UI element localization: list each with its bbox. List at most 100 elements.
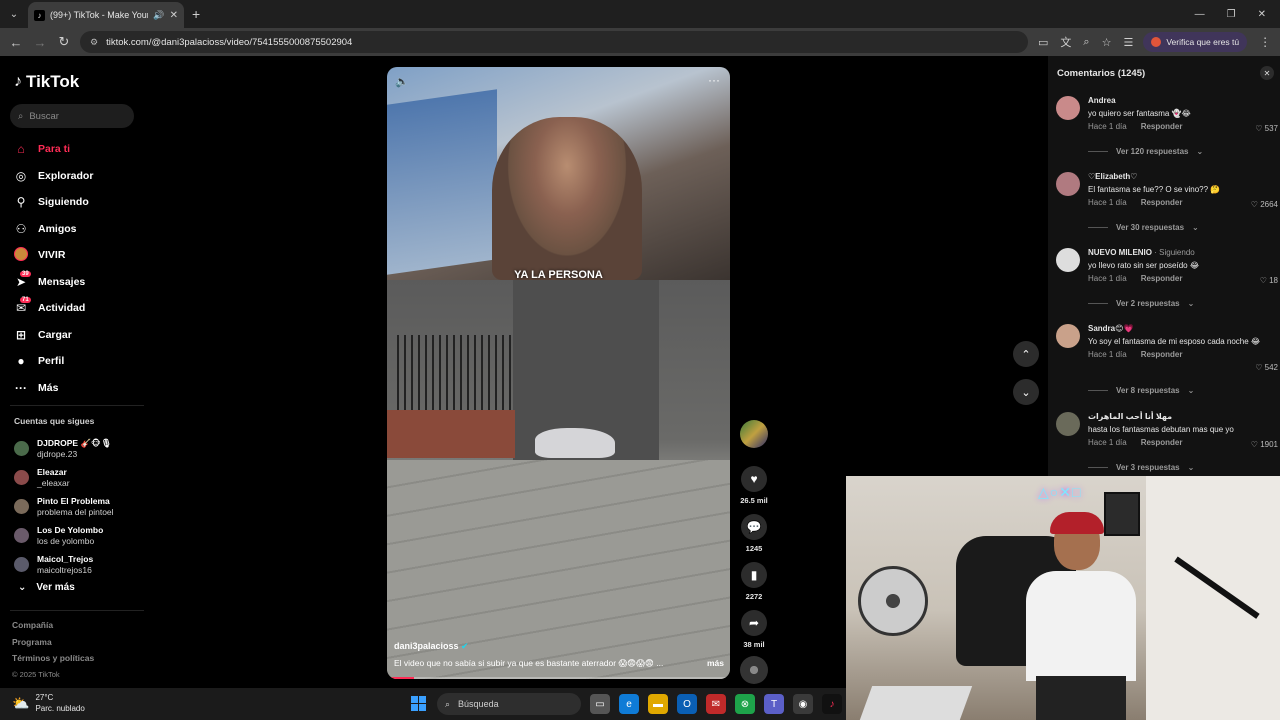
profile-verify-button[interactable]: Verifica que eres tú <box>1143 32 1248 52</box>
avatar[interactable] <box>1056 324 1080 348</box>
nav-item-mas[interactable]: ··· Más <box>14 375 144 402</box>
windows-start-icon[interactable] <box>411 696 426 711</box>
comment-time: Hace 1 día <box>1088 274 1127 283</box>
like-button[interactable]: ♥ 26.5 mil <box>738 466 770 508</box>
restore-icon[interactable]: ❐ <box>1227 9 1236 20</box>
comment-like-button[interactable]: ♡ 537 <box>1255 124 1278 133</box>
neon-sign: △○✕□ <box>1038 484 1082 500</box>
back-icon[interactable]: ← <box>4 35 28 50</box>
close-comments-icon[interactable]: ✕ <box>1260 66 1274 80</box>
music-disc-icon[interactable] <box>740 656 768 684</box>
xbox-icon[interactable]: ⊗ <box>735 694 755 714</box>
browser-menu-icon[interactable]: ⋮ <box>1259 35 1271 49</box>
forward-icon[interactable]: → <box>28 35 52 50</box>
reply-button[interactable]: Responder <box>1141 350 1183 359</box>
account-item[interactable]: Pinto El Problema problema del pintoel <box>14 492 144 521</box>
translate-icon[interactable]: 文 <box>1060 34 1071 50</box>
comment-author[interactable]: Andrea <box>1088 96 1276 105</box>
video-progress-bar[interactable] <box>387 677 730 679</box>
comment-author[interactable]: ♡Elizabeth♡ <box>1088 172 1276 181</box>
reply-button[interactable]: Responder <box>1141 198 1183 207</box>
volume-icon[interactable]: 🔈 <box>395 75 409 88</box>
view-replies-button[interactable]: Ver 120 respuestas ⌄ <box>1088 147 1203 156</box>
bookmark-star-icon[interactable]: ☆ <box>1102 36 1112 49</box>
next-video-button[interactable]: ⌄ <box>1013 379 1039 405</box>
avatar[interactable] <box>1056 172 1080 196</box>
nav-item-actividad[interactable]: ✉ 71 Actividad <box>14 295 144 322</box>
comment-author[interactable]: Sandra😊💗 <box>1088 324 1276 333</box>
previous-video-button[interactable]: ⌃ <box>1013 341 1039 367</box>
nav-item-amigos[interactable]: ⚇ Amigos <box>14 216 144 243</box>
nav-item-explorador[interactable]: ◎ Explorador <box>14 163 144 190</box>
search-input[interactable]: ⌕ Buscar <box>10 104 134 128</box>
profile-icon: ● <box>17 354 25 369</box>
nav-item-cargar[interactable]: ⊞ Cargar <box>14 322 144 349</box>
minimize-icon[interactable]: — <box>1195 9 1205 20</box>
author-avatar[interactable] <box>740 420 768 448</box>
close-window-icon[interactable]: ✕ <box>1258 9 1266 20</box>
account-item[interactable]: Los De Yolombo los de yolombo <box>14 521 144 550</box>
tab-close-icon[interactable]: ✕ <box>170 10 178 21</box>
video-options-icon[interactable]: ··· <box>708 73 720 87</box>
view-replies-button[interactable]: Ver 8 respuestas ⌄ <box>1088 386 1194 395</box>
taskbar-apps: ▭ e ▬ O ✉ ⊗ T ◉ ♪ <box>590 694 842 714</box>
address-bar[interactable]: ⚙ tiktok.com/@dani3palacioss/video/75415… <box>80 31 1028 53</box>
mail-app-icon[interactable]: ✉ <box>706 694 726 714</box>
zoom-icon[interactable]: ⌕ <box>1083 36 1089 49</box>
account-item[interactable]: DJDROPE 🎸🐵🎙 djdrope.23 <box>14 434 144 463</box>
new-tab-button[interactable]: + <box>192 6 200 22</box>
comment-author[interactable]: NUEVO MILENIO · Siguiendo <box>1088 248 1276 257</box>
task-view-icon[interactable]: ▭ <box>590 694 610 714</box>
avatar[interactable] <box>1056 248 1080 272</box>
reply-button[interactable]: Responder <box>1141 122 1183 131</box>
video-meta: dani3palacioss ✔ El video que no sabía s… <box>394 641 724 669</box>
view-replies-button[interactable]: Ver 2 respuestas ⌄ <box>1088 299 1194 308</box>
video-player[interactable]: YA LA PERSONA 🔈 ··· dani3palacioss ✔ El … <box>387 67 730 679</box>
site-info-icon[interactable]: ⚙ <box>90 37 98 48</box>
edge-icon[interactable]: e <box>619 694 639 714</box>
nav-item-perfil[interactable]: ● Perfil <box>14 348 144 375</box>
see-more-button[interactable]: ⌄ Ver más <box>18 582 75 593</box>
weather-desc: Parc. nublado <box>35 704 85 713</box>
reload-icon[interactable]: ↻ <box>52 34 76 50</box>
file-explorer-icon[interactable]: ▬ <box>648 694 668 714</box>
tab-search-icon[interactable]: ⌄ <box>4 4 24 24</box>
reply-button[interactable]: Responder <box>1141 438 1183 447</box>
comment-like-button[interactable]: ♡ 542 <box>1255 363 1278 372</box>
teams-icon[interactable]: T <box>764 694 784 714</box>
comment-like-button[interactable]: ♡ 18 <box>1260 276 1278 285</box>
chrome-icon[interactable]: ◉ <box>793 694 813 714</box>
footer-link-company[interactable]: Compañía <box>12 620 94 637</box>
browser-tab[interactable]: ♪ (99+) TikTok - Make Your Da 🔊 ✕ <box>28 2 184 28</box>
footer-link-program[interactable]: Programa <box>12 637 94 654</box>
tiktok-app-icon[interactable]: ♪ <box>822 694 842 714</box>
nav-item-siguiendo[interactable]: ⚲ Siguiendo <box>14 189 144 216</box>
tab-audio-icon[interactable]: 🔊 <box>153 10 164 21</box>
reply-button[interactable]: Responder <box>1141 274 1183 283</box>
comment-button[interactable]: 💬 1245 <box>738 514 770 556</box>
view-replies-button[interactable]: Ver 30 respuestas ⌄ <box>1088 223 1199 232</box>
reading-list-icon[interactable]: ☰ <box>1123 36 1133 49</box>
description-more-link[interactable]: más <box>707 658 724 669</box>
view-replies-button[interactable]: Ver 3 respuestas ⌄ <box>1088 463 1194 472</box>
taskbar-search[interactable]: ⌕ Búsqueda <box>437 693 581 715</box>
account-item[interactable]: Maicol_Trejos maicoltrejos16 <box>14 550 144 579</box>
nav-item-mensajes[interactable]: ➤ 39 Mensajes <box>14 269 144 296</box>
video-author[interactable]: dani3palacioss ✔ <box>394 641 724 652</box>
weather-temp: 27°C <box>35 693 54 702</box>
cast-icon[interactable]: ▭ <box>1038 36 1048 49</box>
nav-item-para-ti[interactable]: ⌂ Para ti <box>14 136 144 163</box>
tiktok-logo[interactable]: ♪ TikTok <box>14 72 79 92</box>
footer-link-terms[interactable]: Términos y políticas <box>12 653 94 670</box>
comment-author[interactable]: مهلا أنا أحب الماهرات <box>1088 412 1276 421</box>
account-item[interactable]: Eleazar _eleaxar <box>14 463 144 492</box>
avatar[interactable] <box>1056 96 1080 120</box>
nav-item-vivir[interactable]: VIVIR <box>14 242 144 269</box>
outlook-icon[interactable]: O <box>677 694 697 714</box>
avatar[interactable] <box>1056 412 1080 436</box>
save-button[interactable]: ▮ 2272 <box>738 562 770 604</box>
weather-widget[interactable]: ⛅ 27°C Parc. nublado <box>12 692 85 714</box>
comment-like-button[interactable]: ♡ 2664 <box>1251 200 1278 209</box>
share-button[interactable]: ➦ 38 mil <box>738 610 770 652</box>
comment-like-button[interactable]: ♡ 1901 <box>1251 440 1278 449</box>
